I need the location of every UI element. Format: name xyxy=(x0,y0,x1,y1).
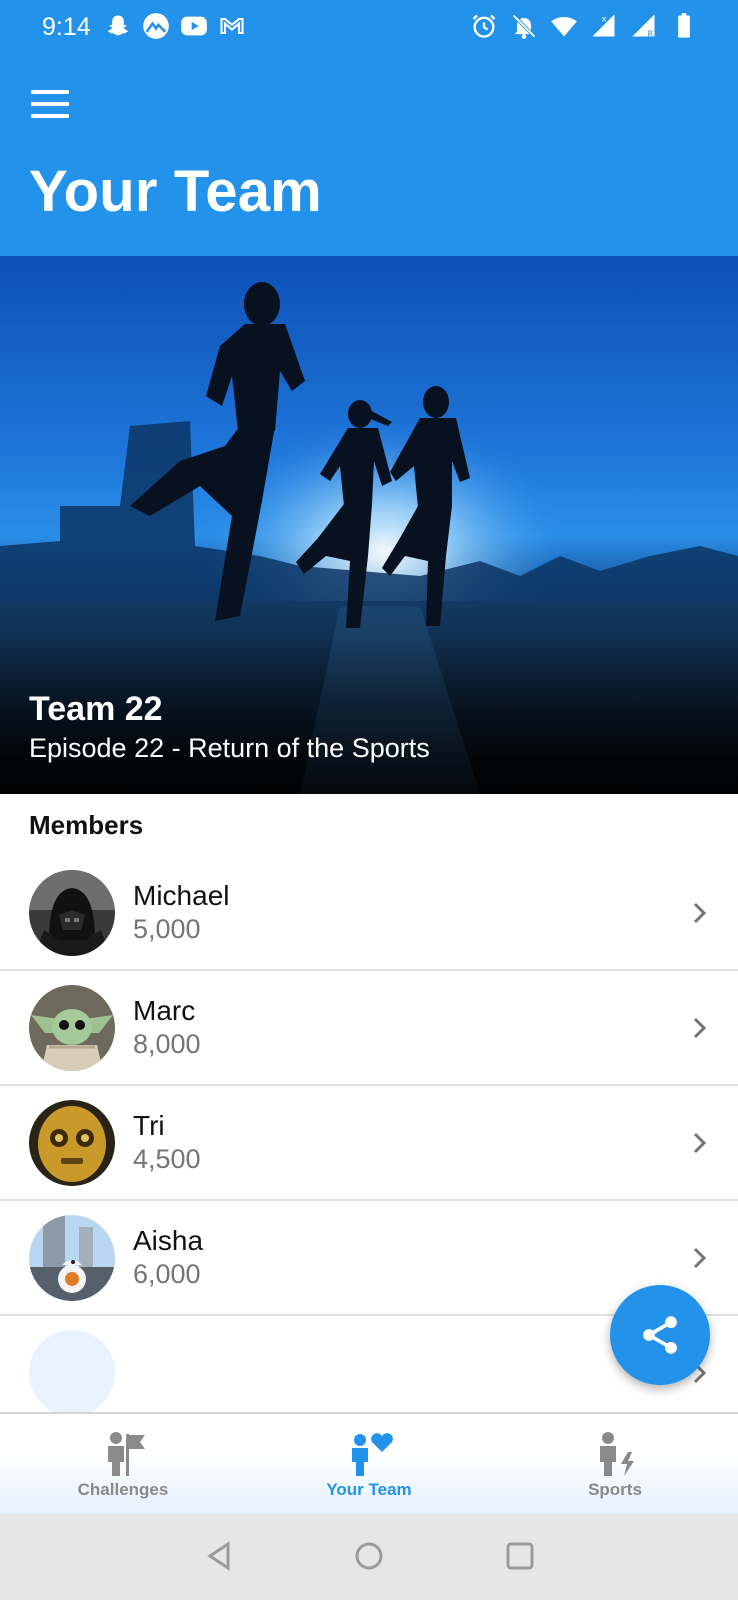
member-name: Tri xyxy=(133,1110,165,1141)
team-subtitle: Episode 22 - Return of the Sports xyxy=(29,733,430,763)
nav-label: Challenges xyxy=(77,1480,169,1499)
chevron-right-icon xyxy=(690,1128,710,1158)
bottom-navigation: Challenges Your Team Sports xyxy=(0,1412,738,1514)
recents-icon[interactable] xyxy=(500,1536,540,1576)
chevron-right-icon xyxy=(690,1013,710,1043)
battery-icon xyxy=(670,12,698,40)
signal-roaming-icon: R xyxy=(630,12,658,40)
alarm-icon xyxy=(470,12,498,40)
c3po-avatar xyxy=(29,1100,115,1186)
member-score: 6,000 xyxy=(133,1259,201,1289)
bb8-avatar xyxy=(29,1215,115,1301)
nav-challenges[interactable]: Challenges xyxy=(0,1414,246,1514)
member-row-michael[interactable]: Michael 5,000 xyxy=(0,856,738,971)
home-icon[interactable] xyxy=(349,1536,389,1576)
page-title: Your Team xyxy=(29,159,322,224)
person-flag-icon xyxy=(96,1430,150,1478)
member-name: Marc xyxy=(133,995,196,1026)
baby-yoda-avatar xyxy=(29,985,115,1071)
members-heading: Members xyxy=(29,810,144,840)
nav-your-team[interactable]: Your Team xyxy=(246,1414,492,1514)
chevron-right-icon xyxy=(690,1243,710,1273)
nav-label: Sports xyxy=(588,1480,642,1499)
member-score: 8,000 xyxy=(133,1029,201,1059)
snapchat-icon xyxy=(104,12,132,40)
chevron-right-icon xyxy=(690,898,710,928)
nav-label: Your Team xyxy=(326,1480,412,1499)
signal-icon: x xyxy=(590,12,618,40)
member-row-marc[interactable]: Marc 8,000 xyxy=(0,971,738,1086)
member-name: Michael xyxy=(133,880,230,911)
wifi-icon xyxy=(550,12,578,40)
nav-sports[interactable]: Sports xyxy=(492,1414,738,1514)
placeholder-avatar xyxy=(29,1330,115,1416)
status-bar: 9:14 x R xyxy=(0,0,738,56)
member-row-tri[interactable]: Tri 4,500 xyxy=(0,1086,738,1201)
mountain-app-icon xyxy=(142,12,170,40)
notifications-off-icon xyxy=(510,12,538,40)
system-navigation-bar xyxy=(0,1514,738,1600)
member-score: 4,500 xyxy=(133,1144,201,1174)
share-button[interactable] xyxy=(610,1285,710,1385)
back-icon[interactable] xyxy=(200,1536,240,1576)
member-name: Aisha xyxy=(133,1225,204,1256)
svg-text:x: x xyxy=(602,13,607,23)
youtube-icon xyxy=(180,12,208,40)
svg-text:R: R xyxy=(648,29,654,39)
member-score: 5,000 xyxy=(133,914,201,944)
share-icon xyxy=(643,1316,677,1354)
status-time: 9:14 xyxy=(42,13,91,41)
person-heart-icon xyxy=(342,1430,396,1478)
gmail-icon xyxy=(218,12,246,40)
person-bolt-icon xyxy=(588,1430,642,1478)
darth-vader-avatar xyxy=(29,870,115,956)
hamburger-menu-icon[interactable] xyxy=(28,86,72,122)
app-header: 9:14 x R Your Team xyxy=(0,0,738,256)
team-name: Team 22 xyxy=(29,690,163,728)
